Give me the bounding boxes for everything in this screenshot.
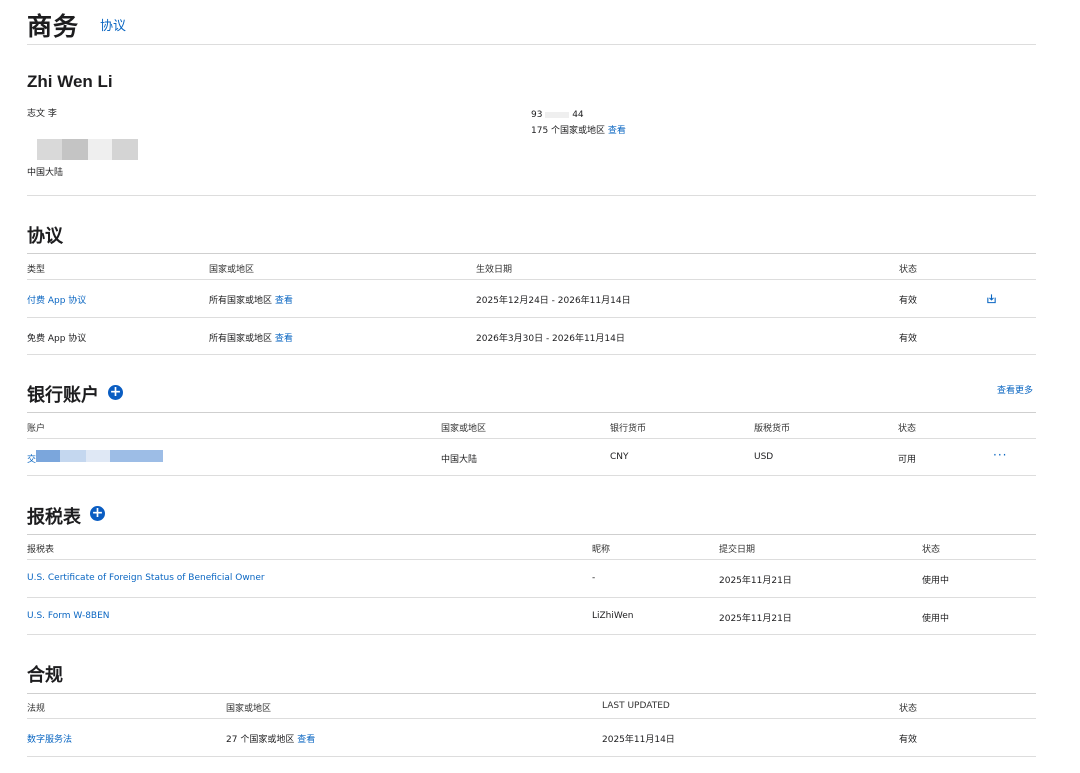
compliance-col-status: 状态	[899, 704, 918, 714]
compliance-bottom	[27, 756, 1036, 757]
compliance-col-region: 国家或地区	[226, 704, 272, 714]
agreements-header-bottom	[27, 279, 1036, 280]
add-tax-form-icon[interactable]: +	[90, 506, 105, 521]
compliance-title: 合规	[27, 665, 63, 686]
bank-status: 可用	[898, 455, 917, 465]
agreements-col-type: 类型	[27, 265, 46, 275]
tax-nickname: -	[592, 573, 596, 583]
tax-col-status: 状态	[922, 545, 941, 555]
agreement-region-view-link[interactable]: 查看	[275, 296, 293, 306]
bank-title: 银行账户	[27, 385, 99, 406]
agreement-status: 有效	[899, 296, 918, 306]
add-bank-account-icon[interactable]: +	[108, 385, 123, 400]
tax-form-link[interactable]: U.S. Form W-8BEN	[27, 611, 110, 621]
profile-countries-view-link[interactable]: 查看	[608, 126, 626, 136]
agreements-col-dates: 生效日期	[476, 265, 513, 275]
agreement-region: 所有国家或地区 查看	[209, 331, 293, 344]
bank-col-status: 状态	[898, 424, 917, 434]
compliance-updated: 2025年11月14日	[602, 735, 675, 745]
regulation-link[interactable]: 数字服务法	[27, 732, 72, 745]
bank-col-account: 账户	[27, 424, 46, 434]
tax-status: 使用中	[922, 614, 950, 624]
download-icon[interactable]	[986, 293, 997, 304]
compliance-col-updated: LAST UPDATED	[602, 701, 670, 711]
tab-agreements[interactable]: 协议	[100, 15, 126, 34]
compliance-region-text: 27 个国家或地区	[226, 735, 295, 745]
agreements-col-status: 状态	[899, 265, 918, 275]
bank-col-region: 国家或地区	[441, 424, 487, 434]
profile-local-name: 志文 李	[27, 109, 57, 119]
tax-date: 2025年11月21日	[719, 614, 792, 624]
redacted-id	[545, 111, 570, 118]
bank-bottom	[27, 475, 1036, 476]
page-title: 商务	[27, 12, 80, 41]
agreement-dates: 2026年3月30日 - 2026年11月14日	[476, 334, 625, 344]
free-app-agreement: 免费 App 协议	[27, 334, 87, 344]
profile-countries: 175 个国家或地区 查看	[531, 123, 626, 136]
row-divider	[27, 597, 1036, 598]
agreements-header-top	[27, 253, 1036, 254]
agreement-status: 有效	[899, 334, 918, 344]
row-divider	[27, 317, 1036, 318]
tax-form-link[interactable]: U.S. Certificate of Foreign Status of Be…	[27, 573, 265, 583]
profile-id: 93 44	[531, 110, 584, 120]
paid-app-agreement-link[interactable]: 付费 App 协议	[27, 293, 86, 306]
bank-header-bottom	[27, 438, 1036, 439]
tax-col-form: 报税表	[27, 545, 55, 555]
tax-header-top	[27, 534, 1036, 535]
more-options-icon[interactable]: ···	[993, 448, 1007, 462]
compliance-header-top	[27, 693, 1036, 694]
compliance-region: 27 个国家或地区 查看	[226, 732, 315, 745]
tax-date: 2025年11月21日	[719, 576, 792, 586]
header-divider	[27, 44, 1036, 45]
bank-region: 中国大陆	[441, 455, 478, 465]
tax-col-nickname: 昵称	[592, 545, 611, 555]
profile-region: 中国大陆	[27, 168, 64, 178]
profile-divider	[27, 195, 1036, 196]
agreement-region: 所有国家或地区 查看	[209, 293, 293, 306]
profile-id-prefix: 93	[531, 110, 543, 120]
compliance-region-view-link[interactable]: 查看	[297, 735, 315, 745]
tax-header-bottom	[27, 559, 1036, 560]
bank-col-royalty-currency: 版税货币	[754, 424, 791, 434]
tax-col-date: 提交日期	[719, 545, 756, 555]
bank-header-top	[27, 412, 1036, 413]
profile-name: Zhi Wen Li	[27, 72, 113, 91]
agreement-region-text: 所有国家或地区	[209, 334, 273, 344]
bank-see-more-link[interactable]: 查看更多	[997, 383, 1033, 396]
royalty-currency: USD	[754, 452, 774, 462]
bank-account-link[interactable]: 交	[27, 452, 36, 465]
compliance-col-regulation: 法规	[27, 704, 46, 714]
profile-id-suffix: 44	[572, 110, 584, 120]
tax-status: 使用中	[922, 576, 950, 586]
tax-title: 报税表	[27, 507, 81, 528]
agreements-col-region: 国家或地区	[209, 265, 255, 275]
agreements-title: 协议	[27, 226, 63, 247]
agreements-bottom	[27, 354, 1036, 355]
agreement-dates: 2025年12月24日 - 2026年11月14日	[476, 296, 631, 306]
bank-currency: CNY	[610, 452, 629, 462]
profile-countries-text: 175 个国家或地区	[531, 126, 606, 136]
bank-col-bank-currency: 银行货币	[610, 424, 647, 434]
agreement-region-view-link[interactable]: 查看	[275, 334, 293, 344]
compliance-status: 有效	[899, 735, 918, 745]
compliance-header-bottom	[27, 718, 1036, 719]
tax-nickname: LiZhiWen	[592, 611, 634, 621]
agreement-region-text: 所有国家或地区	[209, 296, 273, 306]
tax-bottom	[27, 634, 1036, 635]
